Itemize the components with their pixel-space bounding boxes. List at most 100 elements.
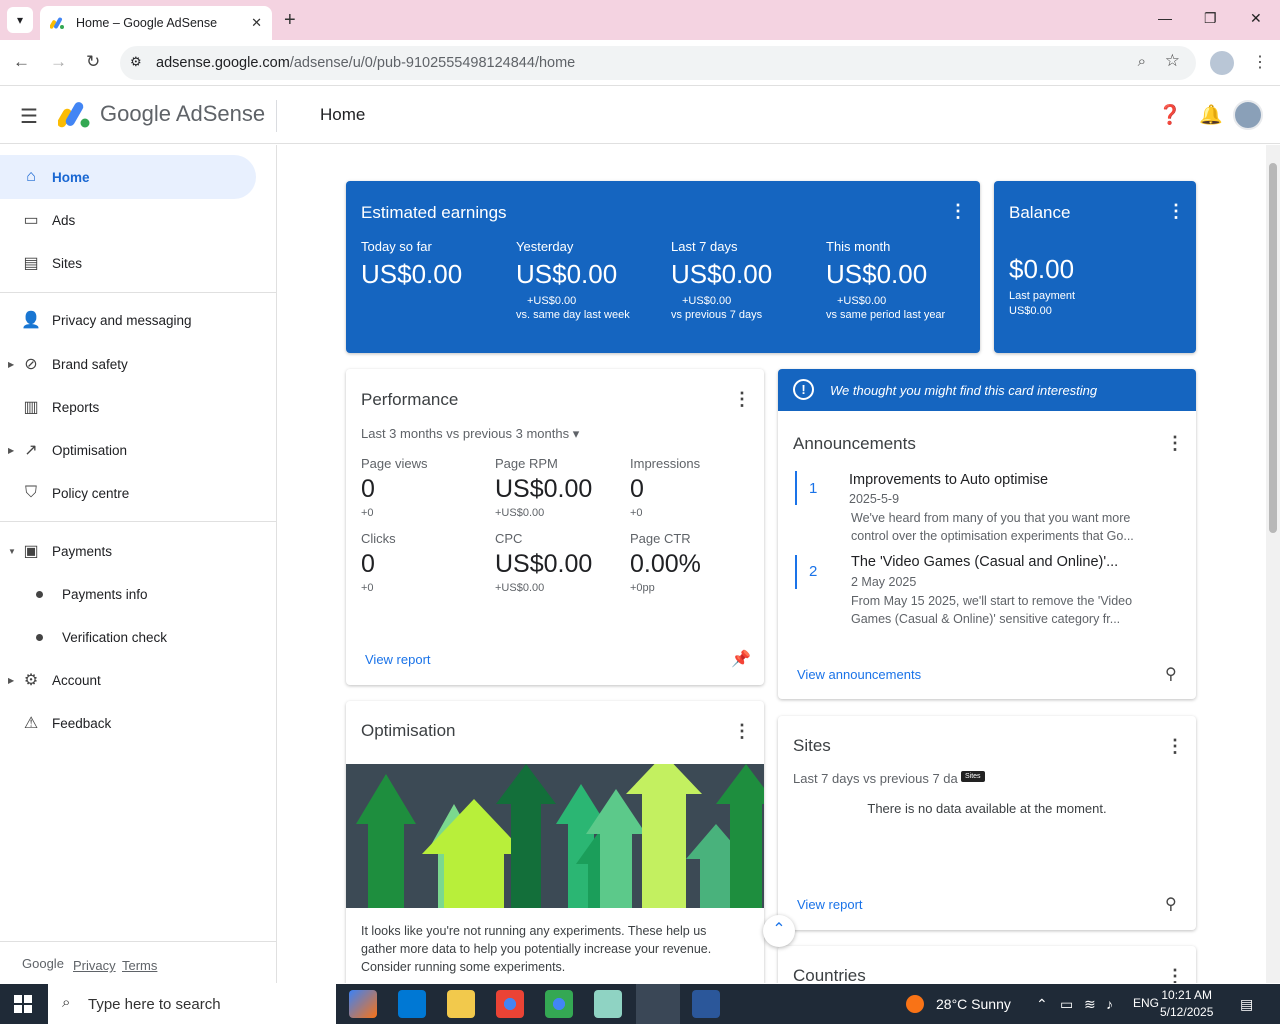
weather-text[interactable]: 28°C Sunny <box>936 996 1011 1012</box>
bookmark-star-icon[interactable]: ☆ <box>1165 51 1180 71</box>
active-chrome-icon[interactable] <box>636 984 680 1024</box>
help-icon[interactable]: ❓ <box>1158 103 1182 127</box>
sidebar-item-label: Payments <box>52 543 113 559</box>
sidebar-item-home[interactable]: ⌂ Home <box>0 155 256 199</box>
sidebar-item-payments[interactable]: ▼ ▣ Payments <box>0 529 256 573</box>
more-options-icon[interactable]: ⋮ <box>1166 736 1184 757</box>
back-icon[interactable]: ← <box>13 52 30 72</box>
pin-icon[interactable]: 📌 <box>731 649 751 669</box>
alert-icon: ! <box>793 379 814 400</box>
sidebar-item-privacy[interactable]: 👤 Privacy and messaging <box>0 298 256 342</box>
notifications-icon[interactable]: ▤ <box>1240 996 1253 1013</box>
metric-delta: +0pp <box>630 582 655 594</box>
tab-title: Home – Google AdSense <box>76 16 218 30</box>
clock-date: 5/12/2025 <box>1160 1005 1214 1019</box>
card-title: Sites <box>793 736 831 755</box>
chrome-app-icon[interactable] <box>496 990 524 1018</box>
windows-start-icon[interactable] <box>14 995 32 1013</box>
restore-icon[interactable]: ❐ <box>1204 10 1217 27</box>
account-avatar[interactable] <box>1233 100 1263 130</box>
minimize-icon[interactable]: — <box>1158 10 1172 26</box>
gear-icon: ⚙ <box>23 672 39 689</box>
main-menu-icon[interactable]: ☰ <box>20 104 38 129</box>
more-options-icon[interactable]: ⋮ <box>1166 433 1184 454</box>
more-options-icon[interactable]: ⋮ <box>733 721 751 742</box>
app-icon[interactable] <box>594 990 622 1018</box>
sidebar-item-label: Account <box>52 672 101 688</box>
chevron-up-icon[interactable]: ⌃ <box>1036 996 1048 1013</box>
word-app-icon[interactable] <box>692 990 720 1018</box>
close-tab-icon[interactable]: ✕ <box>251 15 262 31</box>
address-bar[interactable]: ⚙ adsense.google.com/adsense/u/0/pub-910… <box>120 46 1196 80</box>
announcement-body: From May 15 2025, we'll start to remove … <box>851 594 1133 626</box>
more-options-icon[interactable]: ⋮ <box>733 389 751 410</box>
more-options-icon[interactable]: ⋮ <box>1167 201 1185 222</box>
page-scrollbar[interactable] <box>1266 145 1280 983</box>
metric-note: vs. same day last week <box>516 309 630 321</box>
tab-search-button[interactable]: ▾ <box>7 7 33 33</box>
terms-link[interactable]: Terms <box>122 958 157 973</box>
more-options-icon[interactable]: ⋮ <box>949 201 967 222</box>
close-window-icon[interactable]: ✕ <box>1250 10 1262 27</box>
view-report-link[interactable]: View report <box>797 897 863 912</box>
scrollbar-thumb[interactable] <box>1269 163 1277 533</box>
reload-icon[interactable]: ↻ <box>86 52 100 72</box>
sidebar-item-account[interactable]: ▶ ⚙ Account <box>0 658 256 702</box>
notifications-bell-icon[interactable]: 🔔 <box>1199 103 1223 127</box>
date-range-dropdown[interactable]: Last 3 months vs previous 3 months ▾ <box>361 426 579 442</box>
view-announcements-link[interactable]: View announcements <box>797 667 921 682</box>
browser-menu-icon[interactable]: ⋮ <box>1252 52 1268 72</box>
browser-profile-avatar[interactable] <box>1210 51 1234 75</box>
view-report-link[interactable]: View report <box>365 652 431 667</box>
announcement-title[interactable]: Improvements to Auto optimise <box>849 472 1048 488</box>
metric-delta: +0 <box>630 507 643 519</box>
copilot-app-icon[interactable] <box>349 990 377 1018</box>
site-info-icon[interactable]: ⚙ <box>130 54 142 70</box>
sidebar-item-brand-safety[interactable]: ▶ ⊘ Brand safety <box>0 342 256 386</box>
sites-icon: ▤ <box>23 255 39 272</box>
balance-value: $0.00 <box>1009 254 1075 284</box>
volume-icon[interactable]: ♪ <box>1106 996 1113 1012</box>
card-title: Performance <box>361 390 459 409</box>
weather-icon[interactable] <box>906 995 924 1013</box>
collapse-caret-icon: ▼ <box>8 546 16 556</box>
date-range-label[interactable]: Last 7 days vs previous 7 da <box>793 771 958 786</box>
browser-tab-active[interactable]: Home – Google AdSense ✕ <box>40 6 272 40</box>
metric-value: 0.00% <box>630 550 701 578</box>
wifi-icon[interactable]: ≋ <box>1084 996 1096 1013</box>
sidebar-subitem-verification-check[interactable]: Verification check <box>0 617 256 657</box>
store-app-icon[interactable] <box>398 990 426 1018</box>
sidebar-item-feedback[interactable]: ⚠ Feedback <box>0 701 256 745</box>
announcement-body: We've heard from many of you that you wa… <box>851 511 1134 543</box>
pin-icon[interactable]: ⚲ <box>1165 664 1177 684</box>
scroll-to-top-button[interactable]: ⌃ <box>763 915 795 947</box>
brand-name: Google AdSense <box>100 101 266 126</box>
sidebar-item-reports[interactable]: ▥ Reports <box>0 385 256 429</box>
banner-text: We thought you might find this card inte… <box>830 382 1098 398</box>
input-language[interactable]: ENG <box>1133 996 1159 1010</box>
header-divider <box>276 100 277 132</box>
announcement-number: 1 <box>809 480 818 497</box>
sidebar-item-optimisation[interactable]: ▶ ↗ Optimisation <box>0 428 256 472</box>
more-options-icon[interactable]: ⋮ <box>1166 966 1184 983</box>
metric-value: US$0.00 <box>516 259 618 289</box>
sidebar-subitem-payments-info[interactable]: Payments info <box>0 574 256 614</box>
forward-icon[interactable]: → <box>50 52 67 72</box>
announcement-title[interactable]: The 'Video Games (Casual and Online)'... <box>851 554 1118 570</box>
sidebar-item-ads[interactable]: ▭ Ads <box>0 198 256 242</box>
card-title: Balance <box>1009 203 1071 222</box>
zoom-icon[interactable]: ⌕ <box>1138 53 1146 70</box>
metric-note: vs same period last year <box>826 309 946 321</box>
home-icon: ⌂ <box>26 168 36 185</box>
pin-icon[interactable]: ⚲ <box>1165 894 1177 914</box>
file-explorer-icon[interactable] <box>447 990 475 1018</box>
sidebar-item-policy-centre[interactable]: ⛉ Policy centre <box>0 471 256 515</box>
privacy-link[interactable]: Privacy <box>73 958 116 973</box>
metric-delta: +US$0.00 <box>837 295 887 307</box>
new-tab-button[interactable]: + <box>284 9 296 32</box>
sidebar-item-sites[interactable]: ▤ Sites <box>0 241 256 285</box>
chrome-profile-icon[interactable] <box>545 990 573 1018</box>
device-icon[interactable]: ▭ <box>1060 996 1073 1013</box>
taskbar-clock[interactable]: 10:21 AM 5/12/2025 <box>1160 987 1213 1021</box>
taskbar-search-box[interactable]: ⌕ Type here to search <box>48 984 336 1024</box>
